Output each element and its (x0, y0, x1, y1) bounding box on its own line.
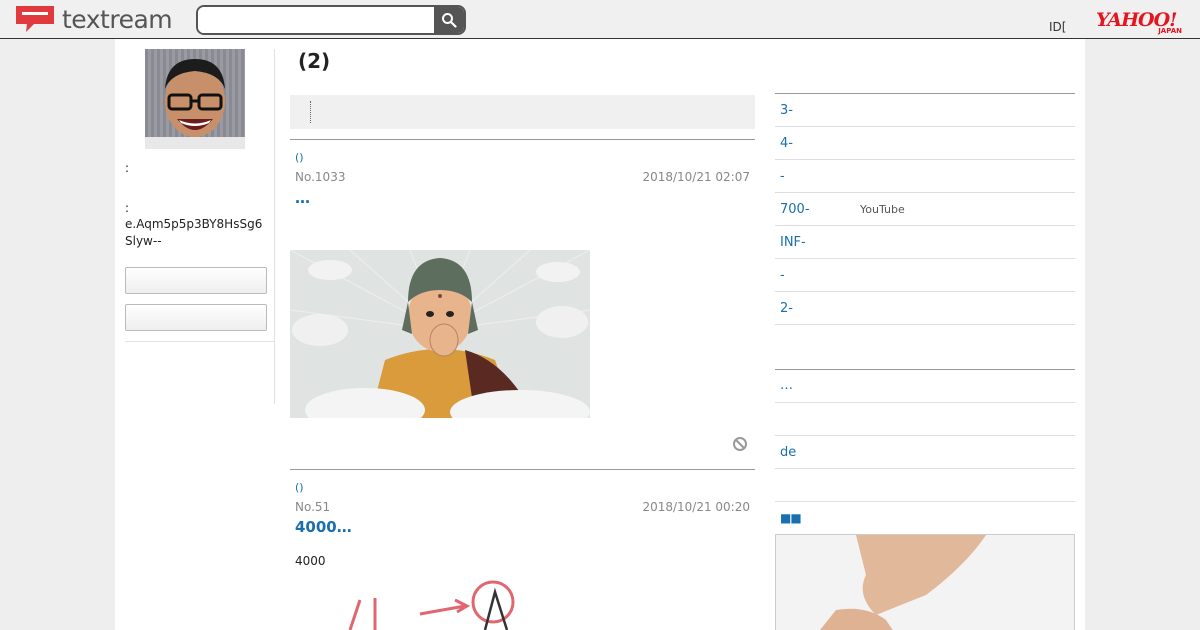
post-board-link[interactable]: () (295, 481, 304, 494)
post-divider (290, 469, 755, 470)
search-input[interactable] (198, 7, 434, 33)
yahoo-japan-logo[interactable]: YAHOO! JAPAN (1096, 10, 1188, 36)
post-divider (290, 139, 755, 140)
ad-image[interactable] (775, 534, 1075, 630)
profile-user-id: e.Aqm5p5p3BY8HsSg6Slyw-- (125, 217, 263, 248)
divider (775, 501, 1075, 502)
post-title[interactable]: … (295, 189, 310, 207)
user-id-label[interactable]: ID[ (1049, 20, 1066, 34)
related-item[interactable] (775, 402, 1075, 435)
ranking-item[interactable]: - (775, 258, 1075, 291)
ranking-item[interactable]: - (775, 159, 1075, 192)
divider (125, 341, 275, 342)
post-title[interactable]: 4000… (295, 518, 352, 536)
ranking-item-label: INF- (780, 235, 806, 250)
textream-logo[interactable]: textream (14, 4, 173, 34)
ranking-item-label: 4- (780, 136, 793, 151)
post-date: 2018/10/21 00:20 (642, 500, 750, 514)
search-icon (442, 13, 457, 28)
search-button[interactable] (434, 7, 464, 33)
related-item[interactable]: … (775, 369, 1075, 402)
post-image[interactable] (290, 250, 590, 418)
ignore-button[interactable] (125, 304, 267, 331)
section-heading-squares: ■■ (780, 511, 802, 525)
divider (775, 324, 1075, 325)
related-item[interactable] (775, 468, 1075, 501)
post-number: No.51 (295, 500, 331, 514)
related-item-label: … (780, 378, 793, 393)
ranking-item[interactable]: 700- YouTube (775, 192, 1075, 225)
ranking-item-tag: YouTube (860, 203, 905, 216)
logo-text: textream (62, 4, 173, 34)
ranking-item[interactable]: 3- (775, 93, 1075, 126)
avatar-portrait (145, 49, 245, 149)
ranking-item[interactable]: INF- (775, 225, 1075, 258)
ranking-item-label: 3- (780, 103, 793, 118)
ranking-item[interactable]: 4- (775, 126, 1075, 159)
buddha-costume-photo (290, 250, 590, 418)
page-container: : : e.Aqm5p5p3BY8HsSg6Slyw-- (2) () No.1… (115, 39, 1085, 630)
post-list: (2) () No.1033 2018/10/21 02:07 … () No.… (290, 39, 755, 630)
ranking-item-label: 700- (780, 202, 810, 217)
avatar[interactable] (145, 49, 245, 149)
toolbar (290, 95, 755, 129)
profile-label: : (125, 161, 130, 175)
follow-button[interactable] (125, 267, 267, 294)
post-image[interactable] (335, 580, 555, 630)
header: textream ID[ YAHOO! JAPAN (0, 0, 1200, 39)
related-item[interactable]: de (775, 435, 1075, 468)
column-divider (274, 49, 275, 404)
post-board-link[interactable]: () (295, 151, 304, 164)
ranking-item-label: 2- (780, 301, 793, 316)
profile-id-label: : (125, 201, 130, 215)
ban-icon[interactable] (732, 436, 748, 452)
search-box (196, 5, 466, 35)
ranking-item-label: - (780, 268, 785, 283)
ranking-item-label: - (780, 169, 785, 184)
related-item-label: de (780, 445, 797, 460)
handwriting-image (348, 580, 515, 630)
post-body: 4000 (295, 554, 326, 568)
yahoo-japan-subtext: JAPAN (1158, 27, 1182, 35)
toolbar-divider (310, 101, 311, 123)
post-number: No.1033 (295, 170, 346, 184)
ranking-item[interactable]: 2- (775, 291, 1075, 324)
speech-bubble-logo-icon (16, 6, 54, 32)
post-date: 2018/10/21 02:07 (642, 170, 750, 184)
hand-photo (776, 535, 1074, 630)
page-title: (2) (298, 49, 331, 73)
